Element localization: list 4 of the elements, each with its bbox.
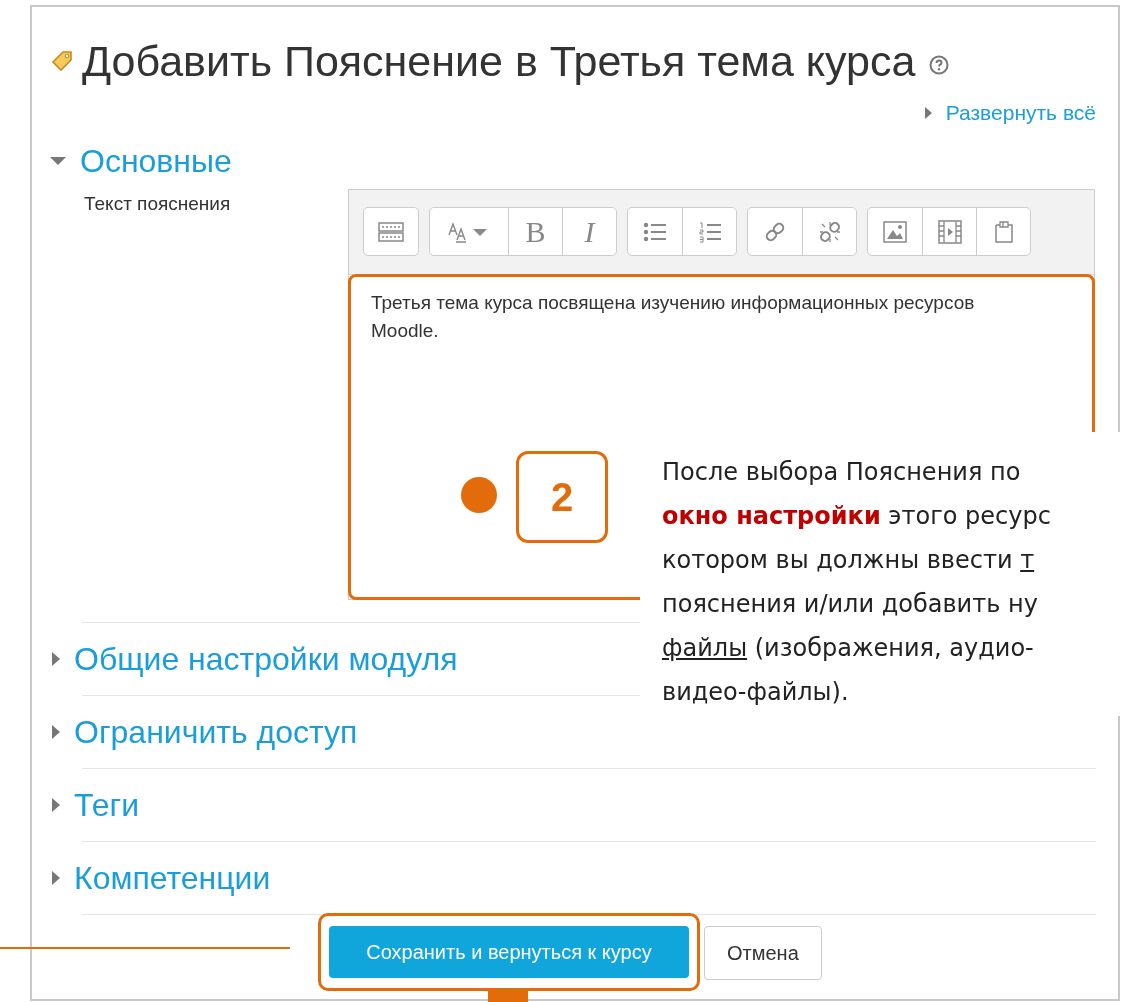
- field-label: Текст пояснения: [84, 192, 232, 216]
- editor-text: Третья тема курса посвящена изучению информационных ресурсов Moodle.: [371, 291, 976, 343]
- page-title: Добавить Пояснение в Третья тема курса: [82, 36, 916, 87]
- step-number: 2: [516, 451, 608, 543]
